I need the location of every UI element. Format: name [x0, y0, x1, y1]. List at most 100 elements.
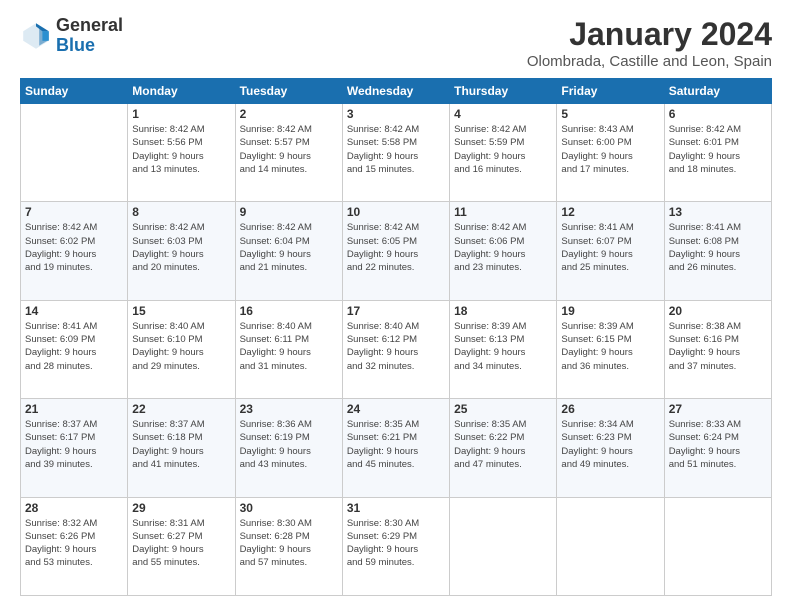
day-number: 18 — [454, 304, 552, 318]
day-number: 10 — [347, 205, 445, 219]
calendar-cell: 15 Sunrise: 8:40 AM Sunset: 6:10 PM Dayli… — [128, 300, 235, 398]
day-number: 2 — [240, 107, 338, 121]
logo: General Blue — [20, 16, 123, 56]
calendar-cell: 26 Sunrise: 8:34 AM Sunset: 6:23 PM Dayli… — [557, 399, 664, 497]
day-info: Sunrise: 8:40 AM Sunset: 6:10 PM Dayligh… — [132, 320, 230, 373]
day-number: 7 — [25, 205, 123, 219]
calendar-week-1: 1 Sunrise: 8:42 AM Sunset: 5:56 PM Daylig… — [21, 104, 772, 202]
title-block: January 2024 Olombrada, Castille and Leo… — [527, 16, 772, 70]
day-info: Sunrise: 8:30 AM Sunset: 6:29 PM Dayligh… — [347, 517, 445, 570]
day-number: 25 — [454, 402, 552, 416]
calendar-cell: 13 Sunrise: 8:41 AM Sunset: 6:08 PM Dayli… — [664, 202, 771, 300]
calendar-cell: 8 Sunrise: 8:42 AM Sunset: 6:03 PM Daylig… — [128, 202, 235, 300]
calendar-cell: 1 Sunrise: 8:42 AM Sunset: 5:56 PM Daylig… — [128, 104, 235, 202]
day-number: 20 — [669, 304, 767, 318]
day-info: Sunrise: 8:42 AM Sunset: 6:04 PM Dayligh… — [240, 221, 338, 274]
calendar-cell: 28Sunrise: 8:32 AM Sunset: 6:26 PM Dayli… — [21, 497, 128, 595]
day-number: 4 — [454, 107, 552, 121]
day-number: 23 — [240, 402, 338, 416]
calendar-table: SundayMondayTuesdayWednesdayThursdayFrid… — [20, 78, 772, 596]
calendar-header-thursday: Thursday — [450, 79, 557, 104]
calendar-cell: 19 Sunrise: 8:39 AM Sunset: 6:15 PM Dayli… — [557, 300, 664, 398]
day-number: 8 — [132, 205, 230, 219]
day-number: 22 — [132, 402, 230, 416]
day-info: Sunrise: 8:42 AM Sunset: 5:59 PM Dayligh… — [454, 123, 552, 176]
day-info: Sunrise: 8:41 AM Sunset: 6:07 PM Dayligh… — [561, 221, 659, 274]
day-number: 1 — [132, 107, 230, 121]
day-info: Sunrise: 8:37 AM Sunset: 6:17 PM Dayligh… — [25, 418, 123, 471]
day-info: Sunrise: 8:40 AM Sunset: 6:11 PM Dayligh… — [240, 320, 338, 373]
calendar-cell — [21, 104, 128, 202]
day-number: 26 — [561, 402, 659, 416]
calendar-cell: 29Sunrise: 8:31 AM Sunset: 6:27 PM Dayli… — [128, 497, 235, 595]
calendar-cell: 10 Sunrise: 8:42 AM Sunset: 6:05 PM Dayli… — [342, 202, 449, 300]
day-number: 19 — [561, 304, 659, 318]
day-info: Sunrise: 8:42 AM Sunset: 6:03 PM Dayligh… — [132, 221, 230, 274]
calendar-header-wednesday: Wednesday — [342, 79, 449, 104]
day-info: Sunrise: 8:43 AM Sunset: 6:00 PM Dayligh… — [561, 123, 659, 176]
day-number: 17 — [347, 304, 445, 318]
day-info: Sunrise: 8:42 AM Sunset: 5:57 PM Dayligh… — [240, 123, 338, 176]
calendar-cell: 9 Sunrise: 8:42 AM Sunset: 6:04 PM Daylig… — [235, 202, 342, 300]
day-number: 15 — [132, 304, 230, 318]
day-info: Sunrise: 8:35 AM Sunset: 6:21 PM Dayligh… — [347, 418, 445, 471]
page: General Blue January 2024 Olombrada, Cas… — [0, 0, 792, 612]
day-info: Sunrise: 8:41 AM Sunset: 6:09 PM Dayligh… — [25, 320, 123, 373]
calendar-cell: 6Sunrise: 8:42 AM Sunset: 6:01 PM Daylig… — [664, 104, 771, 202]
calendar-cell: 31 Sunrise: 8:30 AM Sunset: 6:29 PM Dayli… — [342, 497, 449, 595]
day-number: 27 — [669, 402, 767, 416]
day-number: 5 — [561, 107, 659, 121]
calendar-cell: 11 Sunrise: 8:42 AM Sunset: 6:06 PM Dayli… — [450, 202, 557, 300]
calendar-week-4: 21 Sunrise: 8:37 AM Sunset: 6:17 PM Dayli… — [21, 399, 772, 497]
day-number: 21 — [25, 402, 123, 416]
day-info: Sunrise: 8:42 AM Sunset: 6:02 PM Dayligh… — [25, 221, 123, 274]
calendar-cell: 2 Sunrise: 8:42 AM Sunset: 5:57 PM Daylig… — [235, 104, 342, 202]
day-info: Sunrise: 8:39 AM Sunset: 6:15 PM Dayligh… — [561, 320, 659, 373]
header: General Blue January 2024 Olombrada, Cas… — [20, 16, 772, 70]
day-info: Sunrise: 8:42 AM Sunset: 5:58 PM Dayligh… — [347, 123, 445, 176]
calendar-cell: 16Sunrise: 8:40 AM Sunset: 6:11 PM Dayli… — [235, 300, 342, 398]
day-info: Sunrise: 8:42 AM Sunset: 6:05 PM Dayligh… — [347, 221, 445, 274]
day-info: Sunrise: 8:32 AM Sunset: 6:26 PM Dayligh… — [25, 517, 123, 570]
calendar-cell: 18 Sunrise: 8:39 AM Sunset: 6:13 PM Dayli… — [450, 300, 557, 398]
calendar-cell: 30Sunrise: 8:30 AM Sunset: 6:28 PM Dayli… — [235, 497, 342, 595]
day-info: Sunrise: 8:36 AM Sunset: 6:19 PM Dayligh… — [240, 418, 338, 471]
day-info: Sunrise: 8:35 AM Sunset: 6:22 PM Dayligh… — [454, 418, 552, 471]
calendar-cell — [664, 497, 771, 595]
logo-icon — [20, 20, 52, 52]
calendar-cell: 25 Sunrise: 8:35 AM Sunset: 6:22 PM Dayli… — [450, 399, 557, 497]
day-info: Sunrise: 8:33 AM Sunset: 6:24 PM Dayligh… — [669, 418, 767, 471]
day-info: Sunrise: 8:39 AM Sunset: 6:13 PM Dayligh… — [454, 320, 552, 373]
calendar-cell: 17 Sunrise: 8:40 AM Sunset: 6:12 PM Dayli… — [342, 300, 449, 398]
calendar-cell: 22 Sunrise: 8:37 AM Sunset: 6:18 PM Dayli… — [128, 399, 235, 497]
calendar-header-monday: Monday — [128, 79, 235, 104]
day-number: 13 — [669, 205, 767, 219]
location-subtitle: Olombrada, Castille and Leon, Spain — [527, 53, 772, 70]
calendar-week-3: 14Sunrise: 8:41 AM Sunset: 6:09 PM Dayli… — [21, 300, 772, 398]
calendar-header-row: SundayMondayTuesdayWednesdayThursdayFrid… — [21, 79, 772, 104]
calendar-cell: 5 Sunrise: 8:43 AM Sunset: 6:00 PM Daylig… — [557, 104, 664, 202]
day-number: 31 — [347, 501, 445, 515]
day-info: Sunrise: 8:34 AM Sunset: 6:23 PM Dayligh… — [561, 418, 659, 471]
day-info: Sunrise: 8:38 AM Sunset: 6:16 PM Dayligh… — [669, 320, 767, 373]
day-number: 9 — [240, 205, 338, 219]
calendar-cell: 7 Sunrise: 8:42 AM Sunset: 6:02 PM Daylig… — [21, 202, 128, 300]
day-info: Sunrise: 8:37 AM Sunset: 6:18 PM Dayligh… — [132, 418, 230, 471]
calendar-cell — [450, 497, 557, 595]
calendar-cell: 12 Sunrise: 8:41 AM Sunset: 6:07 PM Dayli… — [557, 202, 664, 300]
day-info: Sunrise: 8:30 AM Sunset: 6:28 PM Dayligh… — [240, 517, 338, 570]
day-number: 3 — [347, 107, 445, 121]
day-info: Sunrise: 8:40 AM Sunset: 6:12 PM Dayligh… — [347, 320, 445, 373]
day-info: Sunrise: 8:41 AM Sunset: 6:08 PM Dayligh… — [669, 221, 767, 274]
calendar-cell: 4 Sunrise: 8:42 AM Sunset: 5:59 PM Daylig… — [450, 104, 557, 202]
day-info: Sunrise: 8:42 AM Sunset: 5:56 PM Dayligh… — [132, 123, 230, 176]
day-info: Sunrise: 8:31 AM Sunset: 6:27 PM Dayligh… — [132, 517, 230, 570]
calendar-header-saturday: Saturday — [664, 79, 771, 104]
day-number: 12 — [561, 205, 659, 219]
calendar-header-friday: Friday — [557, 79, 664, 104]
day-info: Sunrise: 8:42 AM Sunset: 6:06 PM Dayligh… — [454, 221, 552, 274]
calendar-cell: 3 Sunrise: 8:42 AM Sunset: 5:58 PM Daylig… — [342, 104, 449, 202]
logo-general: General — [56, 15, 123, 35]
day-number: 11 — [454, 205, 552, 219]
calendar-cell: 20 Sunrise: 8:38 AM Sunset: 6:16 PM Dayli… — [664, 300, 771, 398]
